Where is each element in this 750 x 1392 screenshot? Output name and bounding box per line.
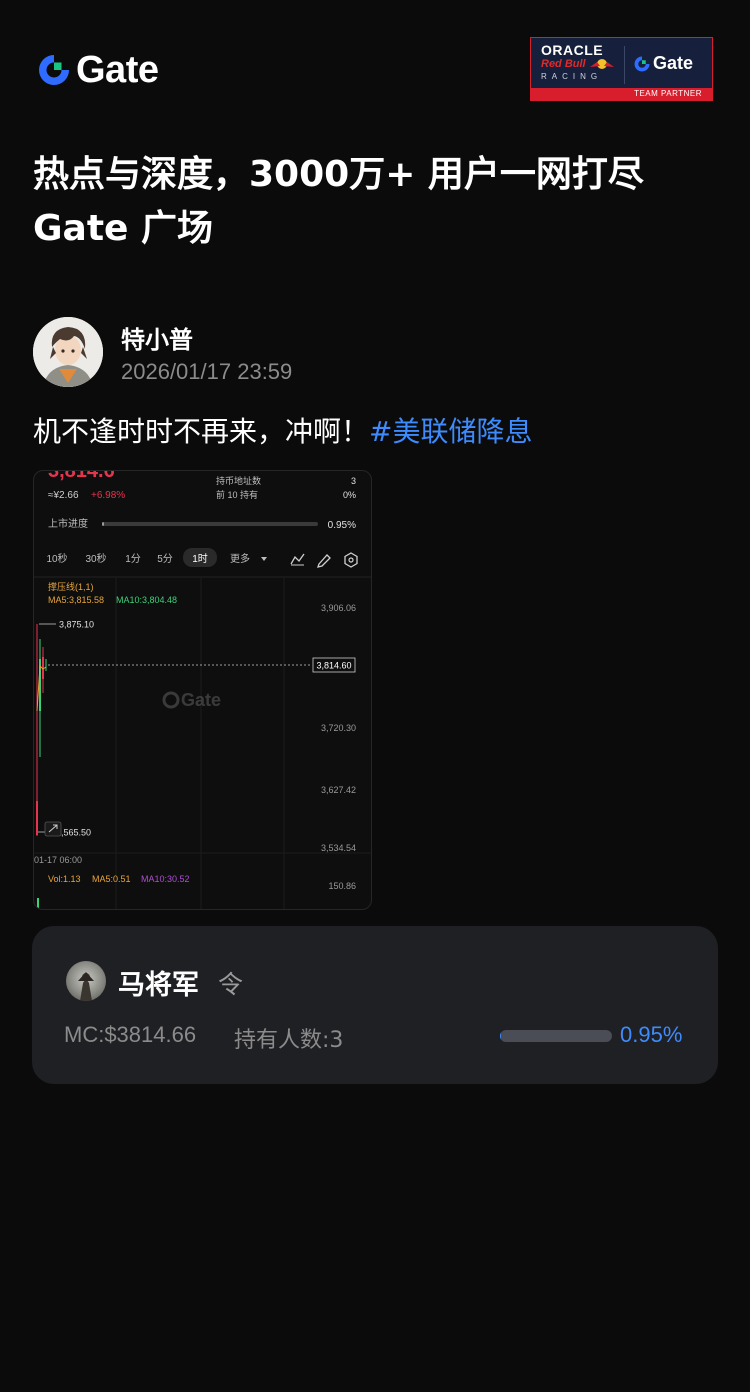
headline-line-1: 热点与深度，3000万+ 用户一网打尽 bbox=[33, 154, 644, 195]
price-text: 3,814.6 bbox=[48, 471, 115, 482]
holder-count: 持有人数:3 bbox=[234, 1028, 344, 1053]
volume-bar bbox=[37, 898, 39, 909]
settings-icon[interactable] bbox=[344, 552, 358, 568]
oracle-text: ORACLE bbox=[541, 42, 604, 58]
partner-banner[interactable]: ORACLE Red Bull RACING Gate TEAM PARTNER bbox=[530, 37, 713, 101]
timeframe-tab-label: 1分 bbox=[125, 553, 141, 565]
vol-ma10-legend: MA10:30.52 bbox=[141, 874, 190, 884]
chart-image[interactable]: 3,814.6 ≈¥2.66 +6.98% 持币地址数 3 前 10 持有 0%… bbox=[33, 470, 372, 910]
y-tick: 3,720.30 bbox=[321, 723, 356, 733]
post-body: 机不逢时时不再来，冲啊！ bbox=[33, 415, 370, 448]
time-axis-label: 01-17 06:00 bbox=[34, 855, 82, 865]
timeframe-tab[interactable]: 更多 bbox=[230, 552, 267, 565]
timeframe-tab-label: 5分 bbox=[157, 553, 173, 565]
resistance-label: 撑压线(1,1) bbox=[48, 581, 94, 592]
y-tick: 3,627.42 bbox=[321, 785, 356, 795]
timeframe-tabs[interactable]: 10秒 30秒 1分 5分 1时 更多 bbox=[46, 548, 267, 567]
header: Gate ORACLE Red Bull RACING Gate TEAM PA… bbox=[0, 0, 750, 110]
timeframe-tab[interactable]: 5分 bbox=[157, 553, 173, 565]
holders-value: 3 bbox=[351, 476, 356, 486]
chevron-down-icon bbox=[261, 557, 267, 561]
token-name: 马将军 bbox=[118, 970, 199, 1001]
y-tick: 3,534.54 bbox=[321, 843, 356, 853]
team-partner-text: TEAM PARTNER bbox=[634, 89, 702, 98]
partner-gate-text: Gate bbox=[653, 53, 694, 73]
avatar[interactable] bbox=[33, 317, 103, 387]
gate-logo[interactable]: Gate bbox=[36, 48, 159, 91]
candlestick-chart: 3,814.6 ≈¥2.66 +6.98% 持币地址数 3 前 10 持有 0%… bbox=[34, 471, 371, 909]
listing-progress-label: 上市进度 bbox=[48, 517, 88, 530]
headline-line-2: Gate 广场 bbox=[33, 208, 214, 249]
indicator-icon[interactable] bbox=[290, 553, 305, 566]
market-cap: MC:$3814.66 bbox=[64, 1022, 197, 1047]
draw-icon[interactable] bbox=[317, 554, 331, 568]
holders-label: 持币地址数 bbox=[216, 475, 261, 486]
listing-progress-track bbox=[102, 522, 318, 526]
partner-divider bbox=[624, 46, 625, 84]
token-avatar bbox=[66, 961, 106, 1001]
timeframe-tab[interactable]: 10秒 bbox=[46, 552, 67, 565]
vol-tick: 150.86 bbox=[328, 881, 356, 891]
post-timestamp: 2026/01/17 23:59 bbox=[121, 359, 293, 384]
vol-legend: Vol:1.13 bbox=[48, 874, 81, 884]
hashtag-link[interactable]: #美联储降息 bbox=[369, 415, 532, 448]
token-progress-value: 0.95% bbox=[620, 1022, 683, 1047]
top10-label: 前 10 持有 bbox=[216, 489, 258, 500]
gate-logo-icon bbox=[634, 56, 650, 71]
token-symbol: 令 bbox=[218, 970, 244, 999]
current-price-label: 3,814.60 bbox=[316, 661, 351, 671]
timeframe-tab[interactable]: 1分 bbox=[125, 553, 141, 565]
ma5-line bbox=[36, 664, 47, 712]
timeframe-tab[interactable]: 1时 bbox=[183, 548, 217, 567]
timeframe-tab-label: 30秒 bbox=[85, 552, 106, 565]
avatar-illustration bbox=[33, 317, 103, 387]
token-card[interactable]: 马将军 令 MC:$3814.66 持有人数:3 0.95% bbox=[32, 926, 718, 1084]
watermark-text: Gate bbox=[181, 690, 221, 710]
redbull-text: Red Bull bbox=[541, 58, 586, 70]
gate-logo-icon bbox=[39, 55, 69, 85]
partner-gate-logo: Gate bbox=[633, 53, 693, 74]
token-progress-fill bbox=[500, 1030, 502, 1042]
vol-ma5-legend: MA5:0.51 bbox=[92, 874, 131, 884]
timeframe-tab[interactable]: 30秒 bbox=[85, 552, 106, 565]
high-label: 3,875.10 bbox=[59, 620, 94, 630]
listing-progress-fill bbox=[102, 522, 105, 526]
token-avatar-illustration bbox=[78, 972, 94, 1001]
ma5-legend: MA5:3,815.58 bbox=[48, 595, 104, 605]
racing-text: RACING bbox=[541, 72, 603, 81]
author-name[interactable]: 特小普 bbox=[121, 320, 193, 355]
candle-body bbox=[36, 801, 38, 835]
post-author[interactable]: 特小普 2026/01/17 23:59 bbox=[33, 316, 533, 388]
top10-value: 0% bbox=[343, 490, 356, 500]
token-progress-track bbox=[500, 1030, 612, 1042]
cny-price: ≈¥2.66 bbox=[48, 490, 79, 501]
timeframe-tab-label: 10秒 bbox=[46, 552, 67, 565]
gate-logo-text: Gate bbox=[76, 48, 159, 91]
page-headline: 热点与深度，3000万+ 用户一网打尽 Gate 广场 bbox=[33, 148, 723, 256]
timeframe-tab-label: 更多 bbox=[230, 552, 250, 565]
listing-progress-value: 0.95% bbox=[328, 520, 356, 531]
red-bull-icon bbox=[590, 59, 614, 69]
timeframe-tab-label: 1时 bbox=[192, 553, 208, 565]
partner-band: TEAM PARTNER bbox=[531, 88, 712, 100]
post-text: 机不逢时时不再来，冲啊！#美联储降息 bbox=[33, 412, 532, 452]
y-tick: 3,906.06 bbox=[321, 603, 356, 613]
ma10-legend: MA10:3,804.48 bbox=[116, 595, 177, 605]
price-change: +6.98% bbox=[91, 490, 125, 501]
gate-watermark: Gate bbox=[162, 690, 221, 710]
candles bbox=[36, 624, 47, 836]
